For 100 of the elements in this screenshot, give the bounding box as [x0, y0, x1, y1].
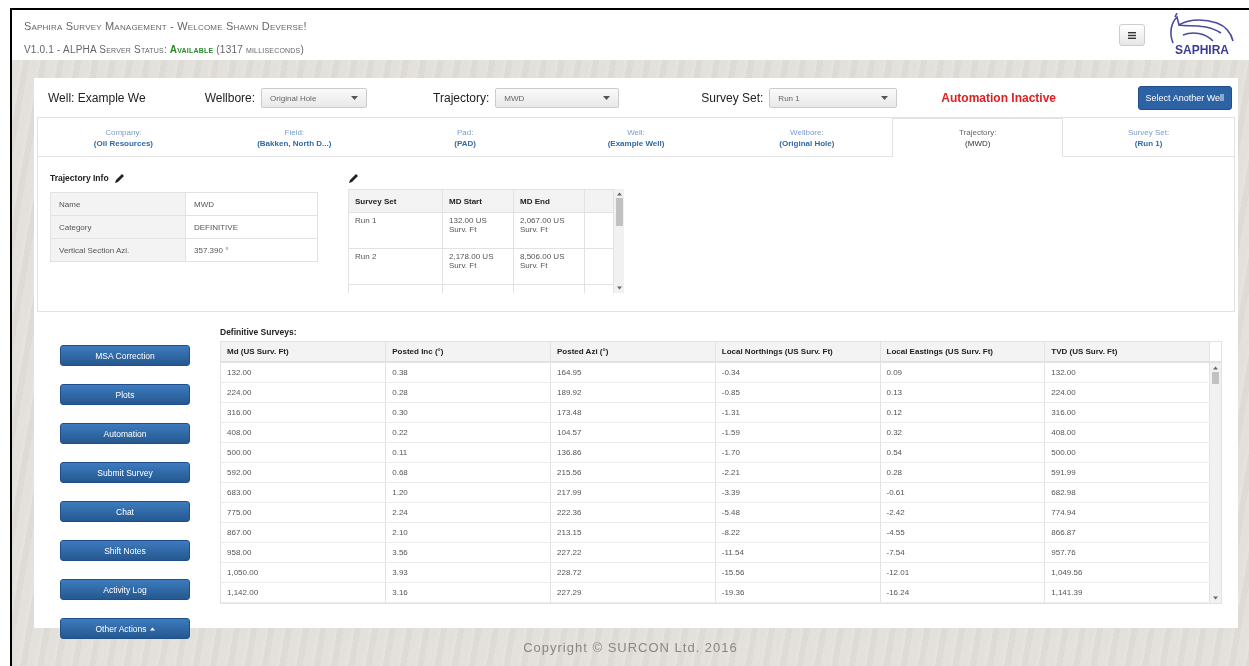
- table-cell: Vertical Section Azi.: [50, 238, 186, 262]
- table-cell: 1,050.00: [221, 562, 386, 582]
- table-cell: 0.38: [385, 362, 551, 382]
- table-cell: 136.86: [550, 442, 716, 462]
- dropdown-field[interactable]: Run 1: [769, 88, 898, 108]
- table-cell: 1.20: [385, 482, 551, 502]
- table-cell: Run 1: [348, 212, 443, 249]
- table-cell: -11.54: [715, 542, 880, 562]
- table-cell: 132.00 US Surv. Ft: [442, 212, 514, 249]
- menu-icon: [1128, 31, 1136, 39]
- automation-status: Automation Inactive: [940, 91, 1058, 105]
- table-cell: -8.22: [715, 522, 880, 542]
- table-cell: 0.68: [385, 462, 551, 482]
- table-cell: -0.34: [715, 362, 880, 382]
- dropdown-field[interactable]: Original Hole: [261, 88, 368, 108]
- copyright-text: Copyright © SURCON Ltd. 2016: [523, 639, 738, 655]
- table-cell: -12.01: [880, 562, 1045, 582]
- latency-text: (1317 milliseconds): [215, 43, 304, 55]
- version-label: V1.0.1 - ALPHA Server Status:: [24, 43, 168, 55]
- table-cell: 775.00: [221, 502, 386, 522]
- table-cell: 213.15: [550, 522, 716, 542]
- column-header: Local Northings (US Surv. Ft): [715, 342, 880, 362]
- action-button[interactable]: Plots: [60, 384, 190, 405]
- table-cell: 228.72: [550, 562, 716, 582]
- table-cell: DEFINITIVE: [185, 215, 318, 239]
- column-header: TVD (US Surv. Ft): [1044, 342, 1210, 362]
- breadcrumb-tab[interactable]: Trajectory: (MWD): [892, 118, 1064, 157]
- table-cell: 217.99: [550, 482, 716, 502]
- server-status: Available: [169, 43, 214, 55]
- table-cell: 408.00: [221, 422, 386, 442]
- table-cell: -5.48: [715, 502, 880, 522]
- section-title: Trajectory Info: [50, 173, 109, 183]
- table-cell: -2.42: [880, 502, 1045, 522]
- table-cell: 8,506.00 US Surv. Ft: [513, 248, 585, 285]
- caret-icon: [351, 96, 359, 100]
- menu-button[interactable]: [1119, 24, 1145, 46]
- caret-icon: [1213, 595, 1218, 600]
- column-header: MD End: [513, 189, 585, 213]
- table-cell: 682.98: [1044, 482, 1210, 502]
- table-cell: 224.00: [1044, 382, 1210, 402]
- caret-icon: [616, 286, 622, 290]
- table-cell: 957.76: [1044, 542, 1210, 562]
- caret-icon: [603, 96, 611, 100]
- action-button[interactable]: Other Actions: [60, 618, 190, 639]
- table-cell: 866.87: [1044, 522, 1210, 542]
- pencil-icon: [348, 172, 359, 184]
- caret-icon: [616, 192, 622, 196]
- table-cell: Category: [50, 215, 186, 239]
- table-cell: 215.56: [550, 462, 716, 482]
- table-cell: -4.55: [880, 522, 1045, 542]
- select-well-button[interactable]: Select Another Well: [1137, 86, 1232, 110]
- table-cell: 2.10: [385, 522, 551, 542]
- table-cell: 227.29: [550, 582, 716, 602]
- caret-icon: [1213, 366, 1218, 370]
- table-cell: 164.95: [550, 362, 716, 382]
- table-cell: 0.32: [880, 422, 1045, 442]
- table-cell: Name: [50, 192, 186, 216]
- pencil-icon: [113, 172, 125, 184]
- table-cell: -1.70: [715, 442, 880, 462]
- column-header: Survey Set: [348, 189, 443, 213]
- table-cell: 0.13: [880, 382, 1045, 402]
- caret-icon: [881, 96, 889, 100]
- action-button[interactable]: MSA Correction: [60, 345, 190, 366]
- table-cell: -2.21: [715, 462, 880, 482]
- table-cell: 189.92: [550, 382, 716, 402]
- table-cell: -15.56: [715, 562, 880, 582]
- table-cell: 2.24: [385, 502, 551, 522]
- table-cell: 1,049.56: [1044, 562, 1210, 582]
- action-button[interactable]: Automation: [60, 423, 190, 444]
- table-cell: 1,141.39: [1044, 582, 1210, 602]
- table-cell: 316.00: [221, 402, 386, 422]
- logo-text: SAPHIRA: [1175, 43, 1229, 57]
- field-label: Wellbore:: [204, 91, 256, 105]
- action-button[interactable]: Shift Notes: [60, 540, 190, 561]
- table-cell: -7.54: [880, 542, 1045, 562]
- column-header: MD Start: [442, 189, 514, 213]
- table-cell: 774.94: [1044, 502, 1210, 522]
- table-cell: -1.59: [715, 422, 880, 442]
- field-label: Trajectory:: [433, 91, 490, 105]
- scrollbar-thumb[interactable]: [615, 198, 623, 226]
- table-cell: 357.390 °: [185, 238, 318, 262]
- caret-icon: [149, 626, 155, 631]
- scrollbar-thumb[interactable]: [1212, 372, 1219, 384]
- well-label: Well: Example We: [48, 91, 147, 105]
- table-cell: 2,067.00 US Surv. Ft: [513, 212, 585, 249]
- table-cell: 591.99: [1044, 462, 1210, 482]
- dropdown-field[interactable]: MWD: [495, 88, 620, 108]
- action-button[interactable]: Chat: [60, 501, 190, 522]
- table-cell: 1,142.00: [221, 582, 386, 602]
- table-cell: MWD: [185, 192, 318, 216]
- column-header: Posted Inc (°): [385, 342, 551, 362]
- table-cell: 132.00: [221, 362, 386, 382]
- table-cell: 224.00: [221, 382, 386, 402]
- table-cell: 104.57: [550, 422, 716, 442]
- app-title: Saphira Survey Management - Welcome Shawn Deverse!: [24, 19, 307, 32]
- scrollbar[interactable]: [1210, 363, 1221, 603]
- table-cell: Run 2: [348, 248, 443, 285]
- action-button[interactable]: Activity Log: [60, 579, 190, 600]
- action-button[interactable]: Submit Survey: [60, 462, 190, 483]
- scrollbar[interactable]: [614, 189, 624, 293]
